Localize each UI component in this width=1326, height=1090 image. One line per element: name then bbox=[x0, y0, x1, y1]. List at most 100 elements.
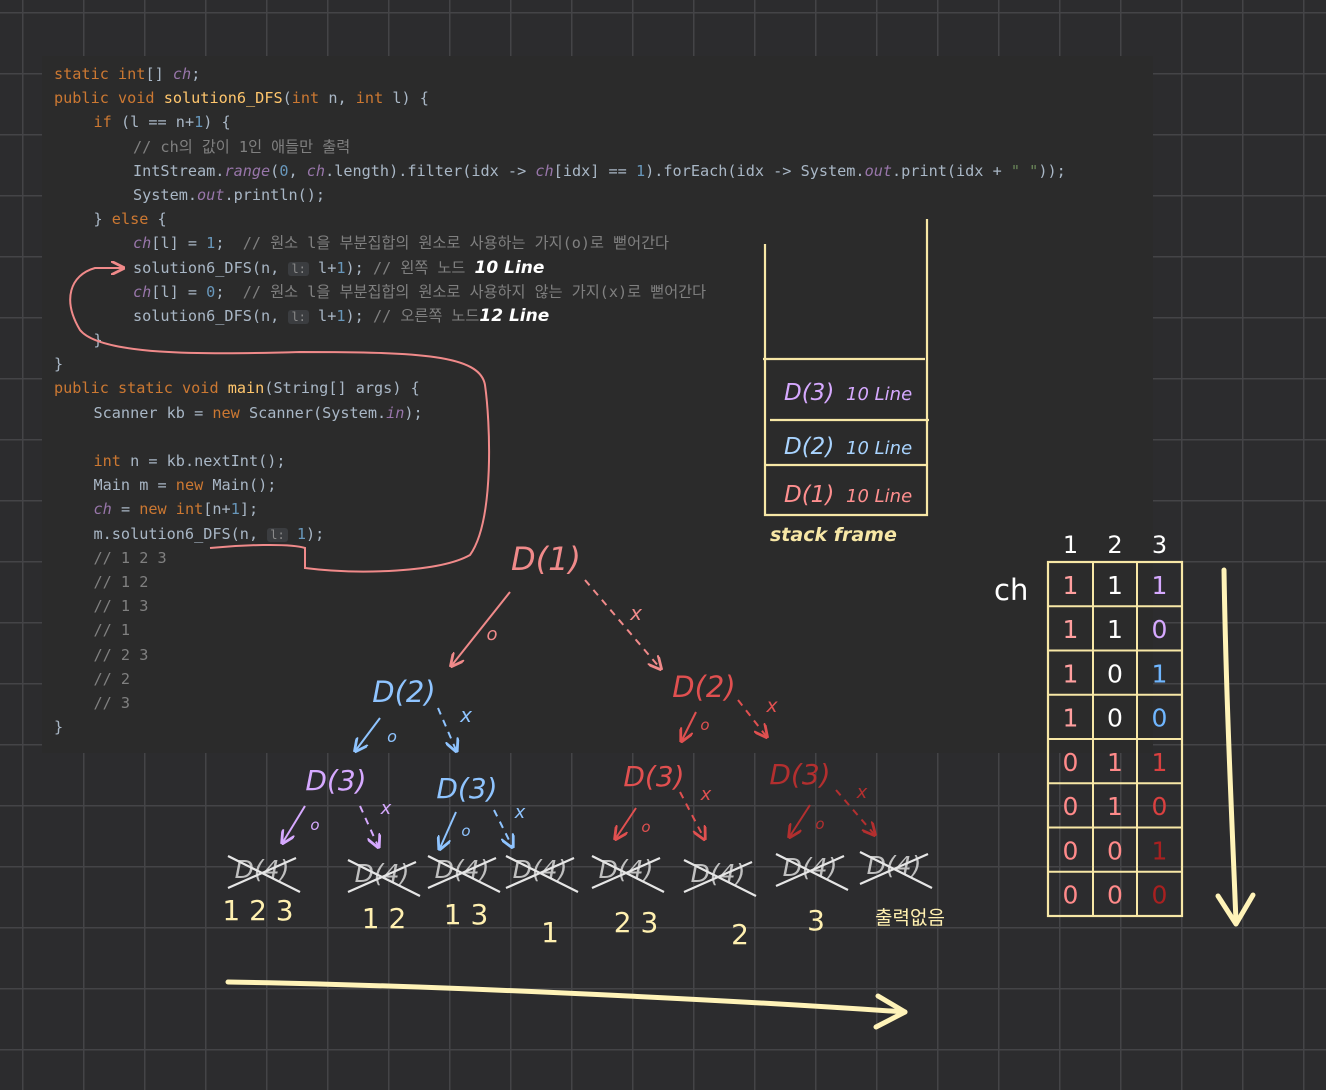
stack-frame-call: D(1) bbox=[784, 482, 834, 508]
stack-frame-call: D(3) bbox=[784, 380, 834, 406]
subset-result: 3 bbox=[807, 904, 825, 937]
table-cell: 1 bbox=[1107, 615, 1123, 644]
tree-leaf: D(4) 1 2 3 bbox=[222, 855, 301, 927]
tree-node-level3: D(3) bbox=[305, 764, 366, 797]
stack-frame-line: 10 Line bbox=[846, 384, 912, 405]
stack-frame-call: D(2) bbox=[784, 434, 834, 460]
table-cell: 1 bbox=[1107, 748, 1123, 777]
recursion-loop-arrow bbox=[69, 268, 491, 573]
stack-frame-entry: D(3) 10 Line bbox=[784, 380, 912, 406]
branch-x bbox=[437, 707, 456, 750]
branch-mark-x: x bbox=[856, 782, 868, 803]
stack-frame-line: 10 Line bbox=[846, 438, 912, 459]
table-cell: 1 bbox=[1152, 571, 1168, 600]
table-cell: 0 bbox=[1063, 792, 1079, 821]
branch-mark-o: o bbox=[700, 716, 709, 734]
branch-o bbox=[452, 591, 511, 665]
branch-o bbox=[790, 804, 811, 836]
table-cell: 0 bbox=[1152, 615, 1168, 644]
branch-o bbox=[356, 717, 381, 750]
branch-o bbox=[283, 805, 306, 842]
table-cell: 1 bbox=[1063, 615, 1079, 644]
branch-o bbox=[682, 711, 697, 740]
stack-frame-entry: D(1) 10 Line bbox=[784, 482, 912, 508]
table-cell: 0 bbox=[1063, 881, 1079, 910]
subset-result: 2 bbox=[731, 918, 749, 951]
table-cell: 1 bbox=[1107, 792, 1123, 821]
branch-mark-x: x bbox=[459, 703, 472, 727]
tree-leaf: D(4) 1 2 bbox=[347, 859, 421, 935]
branch-x bbox=[737, 699, 766, 736]
table-cell: 1 bbox=[1063, 659, 1079, 688]
table-cell: 0 bbox=[1107, 836, 1123, 865]
branch-mark-x: x bbox=[700, 784, 712, 805]
annotation-layer: D(3) 10 Line D(2) 10 Line D(1) 10 Line stack … bbox=[69, 219, 1256, 1030]
tree-leaf: D(4) 1 bbox=[505, 855, 579, 949]
tree-leaf: D(4) 2 3 bbox=[591, 855, 665, 939]
leaf-node-label: D(4) bbox=[435, 855, 490, 884]
table-cell: 0 bbox=[1152, 704, 1168, 733]
tree-node-level3: D(3) bbox=[769, 758, 830, 791]
branch-o bbox=[440, 811, 457, 848]
order-arrow-vertical bbox=[1221, 567, 1239, 925]
branch-mark-x: x bbox=[629, 601, 642, 625]
branch-mark-o: o bbox=[486, 624, 497, 645]
table-cell: 0 bbox=[1152, 792, 1168, 821]
stack-caption: stack frame bbox=[770, 524, 897, 546]
branch-mark-o: o bbox=[641, 818, 650, 836]
table-cell: 0 bbox=[1107, 704, 1123, 733]
branch-mark-o: o bbox=[310, 816, 319, 834]
tree-leaf: D(4) 2 bbox=[683, 859, 757, 951]
leaf-node-label: D(4) bbox=[235, 855, 290, 884]
leaf-node-label: D(4) bbox=[599, 855, 654, 884]
subset-result: 2 3 bbox=[614, 906, 659, 939]
subset-result: 1 bbox=[541, 916, 559, 949]
tree-leaf: D(4) 3 bbox=[775, 853, 849, 937]
tree-node-level3: D(3) bbox=[623, 760, 684, 793]
table-cell: 1 bbox=[1152, 659, 1168, 688]
branch-o bbox=[616, 807, 637, 838]
branch-mark-x: x bbox=[514, 802, 526, 823]
table-header: 3 bbox=[1152, 531, 1167, 559]
table-cell: 0 bbox=[1063, 748, 1079, 777]
table-cell: 1 bbox=[1152, 748, 1168, 777]
table-header: 1 bbox=[1063, 531, 1078, 559]
table-cell: 0 bbox=[1107, 659, 1123, 688]
stack-frame-entry: D(2) 10 Line bbox=[784, 434, 912, 460]
leaf-node-label: D(4) bbox=[513, 855, 568, 884]
leaf-node-label: D(4) bbox=[783, 853, 838, 882]
table-cell: 1 bbox=[1152, 836, 1168, 865]
table-cell: 0 bbox=[1152, 881, 1168, 910]
order-arrow-horizontal bbox=[225, 979, 908, 1015]
tree-leaf: D(4) 출력없음 bbox=[859, 851, 945, 929]
branch-mark-o: o bbox=[461, 822, 470, 840]
tree-node-level3: D(3) bbox=[436, 772, 497, 805]
subset-result: 1 3 bbox=[444, 898, 489, 931]
table-cell: 1 bbox=[1063, 704, 1079, 733]
leaf-node-label: D(4) bbox=[691, 859, 746, 888]
table-cell: 0 bbox=[1063, 836, 1079, 865]
subset-result: 출력없음 bbox=[875, 907, 945, 929]
leaf-node-label: D(4) bbox=[867, 851, 922, 880]
branch-x bbox=[584, 579, 660, 668]
branch-x bbox=[359, 805, 378, 846]
subset-result: 1 2 3 bbox=[222, 894, 293, 927]
branch-mark-o: o bbox=[815, 815, 824, 833]
table-cell: 1 bbox=[1063, 571, 1079, 600]
stack-frame bbox=[763, 219, 929, 517]
branch-x bbox=[493, 809, 512, 846]
table-cell: 0 bbox=[1107, 881, 1123, 910]
tree-leaf: D(4) 1 3 bbox=[427, 855, 501, 931]
branch-mark-o: o bbox=[387, 727, 397, 746]
tree-node-level2: D(2) bbox=[372, 675, 435, 709]
branch-mark-x: x bbox=[380, 798, 392, 819]
tree-node-level2: D(2) bbox=[672, 670, 735, 704]
branch-mark-x: x bbox=[765, 695, 778, 717]
tree-node-root: D(1) bbox=[511, 540, 581, 578]
leaf-node-label: D(4) bbox=[355, 859, 410, 888]
table-row-label: ch bbox=[994, 573, 1028, 607]
table-header: 2 bbox=[1107, 531, 1122, 559]
branch-x bbox=[835, 789, 874, 834]
stack-frame-line: 10 Line bbox=[846, 486, 912, 507]
table-cell: 1 bbox=[1107, 571, 1123, 600]
